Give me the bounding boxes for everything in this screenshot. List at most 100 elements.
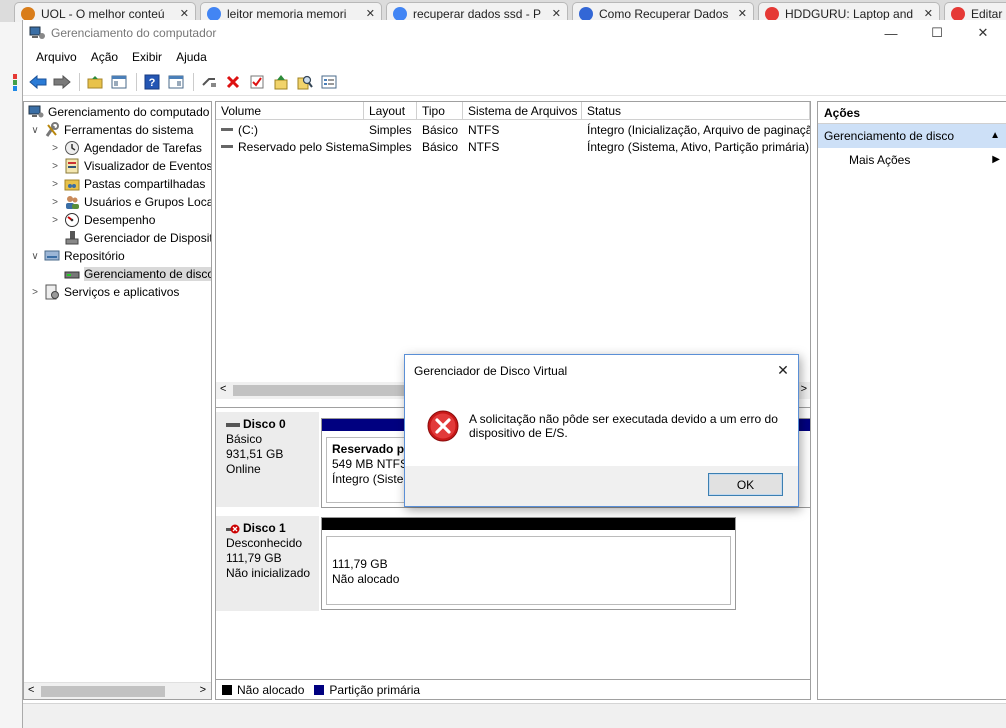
- expand-chevron-icon[interactable]: >: [48, 161, 62, 172]
- tree-item-shared-folders[interactable]: > Pastas compartilhadas: [48, 175, 205, 193]
- actions-section-disk-management[interactable]: Gerenciamento de disco ▲: [818, 124, 1006, 148]
- search-icon[interactable]: [294, 71, 316, 93]
- delete-icon[interactable]: [222, 71, 244, 93]
- disk-0-info[interactable]: Disco 0 Básico 931,51 GB Online: [216, 412, 319, 507]
- show-hide-tree-icon[interactable]: [108, 71, 130, 93]
- minimize-button[interactable]: —: [868, 20, 914, 46]
- tree-item-label: Desempenho: [84, 213, 156, 227]
- help-icon[interactable]: ?: [141, 71, 163, 93]
- browser-tab[interactable]: leitor memoria memori ✕: [200, 2, 382, 22]
- browser-tab[interactable]: UOL - O melhor conteú ✕: [14, 2, 196, 22]
- tab-close-icon[interactable]: ✕: [552, 7, 561, 20]
- expand-chevron-icon[interactable]: >: [48, 197, 62, 208]
- volume-layout: Simples: [369, 140, 412, 154]
- legend-label-unallocated: Não alocado: [237, 682, 305, 697]
- tools-icon: [44, 122, 60, 138]
- tab-label: recuperar dados ssd - P: [413, 6, 542, 21]
- scroll-right-icon[interactable]: >: [801, 383, 807, 395]
- connect-icon[interactable]: [198, 71, 220, 93]
- properties-icon[interactable]: [165, 71, 187, 93]
- users-icon: [64, 194, 80, 210]
- volume-layout: Simples: [369, 123, 412, 137]
- tree-item-local-users-groups[interactable]: > Usuários e Grupos Loca: [48, 193, 211, 211]
- tree-item-event-viewer[interactable]: > Visualizador de Eventos: [48, 157, 211, 175]
- actions-pane: Ações Gerenciamento de disco ▲ Mais Açõe…: [817, 101, 1006, 700]
- browser-tab[interactable]: HDDGURU: Laptop and ✕: [758, 2, 940, 22]
- check-icon[interactable]: [246, 71, 268, 93]
- browser-tab[interactable]: Editar: [944, 2, 1006, 22]
- browser-tab[interactable]: Como Recuperar Dados ✕: [572, 2, 754, 22]
- disk-name: Disco 0: [226, 417, 319, 432]
- export-icon[interactable]: [270, 71, 292, 93]
- tree-item-label: Ferramentas do sistema: [64, 123, 194, 137]
- tab-favicon-icon: [951, 6, 965, 21]
- up-folder-icon[interactable]: [84, 71, 106, 93]
- tab-close-icon[interactable]: ✕: [738, 7, 747, 20]
- tab-label: Como Recuperar Dados: [599, 6, 729, 21]
- menu-ajuda[interactable]: Ajuda: [169, 50, 214, 64]
- dialog-close-icon[interactable]: ✕: [768, 362, 798, 379]
- disk-1-partition[interactable]: 111,79 GB Não alocado: [321, 517, 736, 610]
- column-header-volume[interactable]: Volume: [216, 102, 364, 120]
- ok-button[interactable]: OK: [708, 473, 783, 496]
- tree-item-disk-management[interactable]: Gerenciamento de disco: [48, 265, 211, 283]
- close-button[interactable]: ✕: [960, 20, 1006, 46]
- tree-item-device-manager[interactable]: Gerenciador de Disposit: [48, 229, 211, 247]
- volume-status: Íntegro (Inicialização, Arquivo de pagin…: [587, 123, 810, 137]
- maximize-button[interactable]: ☐: [914, 20, 960, 46]
- scroll-right-icon[interactable]: >: [200, 684, 206, 696]
- scroll-left-icon[interactable]: <: [28, 684, 34, 696]
- error-icon: [427, 410, 459, 442]
- collapse-chevron-icon[interactable]: ∨: [28, 251, 42, 262]
- partition-status: Não alocado: [332, 572, 400, 586]
- volume-name: (C:): [238, 123, 258, 137]
- menu-arquivo[interactable]: Arquivo: [29, 50, 84, 64]
- scroll-left-icon[interactable]: <: [220, 383, 226, 395]
- scrollbar-thumb[interactable]: [41, 686, 165, 697]
- disk-1-info[interactable]: Disco 1 Desconhecido 111,79 GB Não inici…: [216, 516, 319, 611]
- menu-acao[interactable]: Ação: [84, 50, 125, 64]
- navigation-tree: Gerenciamento do computado ∨ Ferramentas…: [23, 101, 212, 700]
- expand-chevron-icon[interactable]: >: [48, 215, 62, 226]
- column-header-file-system[interactable]: Sistema de Arquivos: [463, 102, 582, 120]
- tree-item-computer-management[interactable]: Gerenciamento do computado: [26, 103, 209, 121]
- column-header-type[interactable]: Tipo: [417, 102, 463, 120]
- tree-item-system-tools[interactable]: ∨ Ferramentas do sistema: [28, 121, 193, 139]
- tab-close-icon[interactable]: ✕: [180, 7, 189, 20]
- tab-label: UOL - O melhor conteú: [41, 6, 165, 21]
- tab-label: Editar: [971, 6, 1003, 21]
- tree-item-storage[interactable]: ∨ Repositório: [28, 247, 124, 265]
- menu-exibir[interactable]: Exibir: [125, 50, 169, 64]
- partition-color-bar: [322, 518, 735, 530]
- disk-size: 931,51 GB: [226, 447, 284, 461]
- column-header-status[interactable]: Status: [582, 102, 810, 120]
- browser-tab[interactable]: recuperar dados ssd - P ✕: [386, 2, 568, 22]
- settings-icon[interactable]: [318, 71, 340, 93]
- tree-item-task-scheduler[interactable]: > Agendador de Tarefas: [48, 139, 202, 157]
- legend: Não alocado Partição primária: [216, 679, 810, 699]
- tree-horizontal-scrollbar[interactable]: < >: [24, 682, 211, 699]
- toolbar: ?: [23, 68, 1006, 96]
- browser-tab-strip: UOL - O melhor conteú ✕ leitor memoria m…: [0, 0, 1006, 22]
- tree-item-label: Agendador de Tarefas: [84, 141, 202, 155]
- tree-item-services-applications[interactable]: > Serviços e aplicativos: [28, 283, 179, 301]
- disk-name-label: Disco 1: [243, 521, 286, 535]
- action-more-actions[interactable]: Mais Ações ▶: [818, 148, 1006, 172]
- tab-close-icon[interactable]: ✕: [924, 7, 933, 20]
- window-title: Gerenciamento do computador: [51, 26, 217, 40]
- tab-close-icon[interactable]: ✕: [366, 7, 375, 20]
- expand-chevron-icon[interactable]: >: [48, 179, 62, 190]
- tree-item-performance[interactable]: > Desempenho: [48, 211, 155, 229]
- back-icon[interactable]: [27, 71, 49, 93]
- column-header-layout[interactable]: Layout: [364, 102, 417, 120]
- disk-type: Desconhecido: [226, 536, 303, 550]
- volume-type: Básico: [422, 140, 459, 154]
- dialog-message: A solicitação não pôde ser executada dev…: [469, 412, 778, 440]
- collapse-triangle-icon[interactable]: ▲: [990, 124, 1000, 148]
- browser-side-strip: [0, 22, 22, 728]
- expand-chevron-icon[interactable]: >: [48, 143, 62, 154]
- collapse-chevron-icon[interactable]: ∨: [28, 125, 42, 136]
- forward-icon[interactable]: [51, 71, 73, 93]
- expand-chevron-icon[interactable]: >: [28, 287, 42, 298]
- volume-status: Íntegro (Sistema, Ativo, Partição primár…: [587, 140, 810, 154]
